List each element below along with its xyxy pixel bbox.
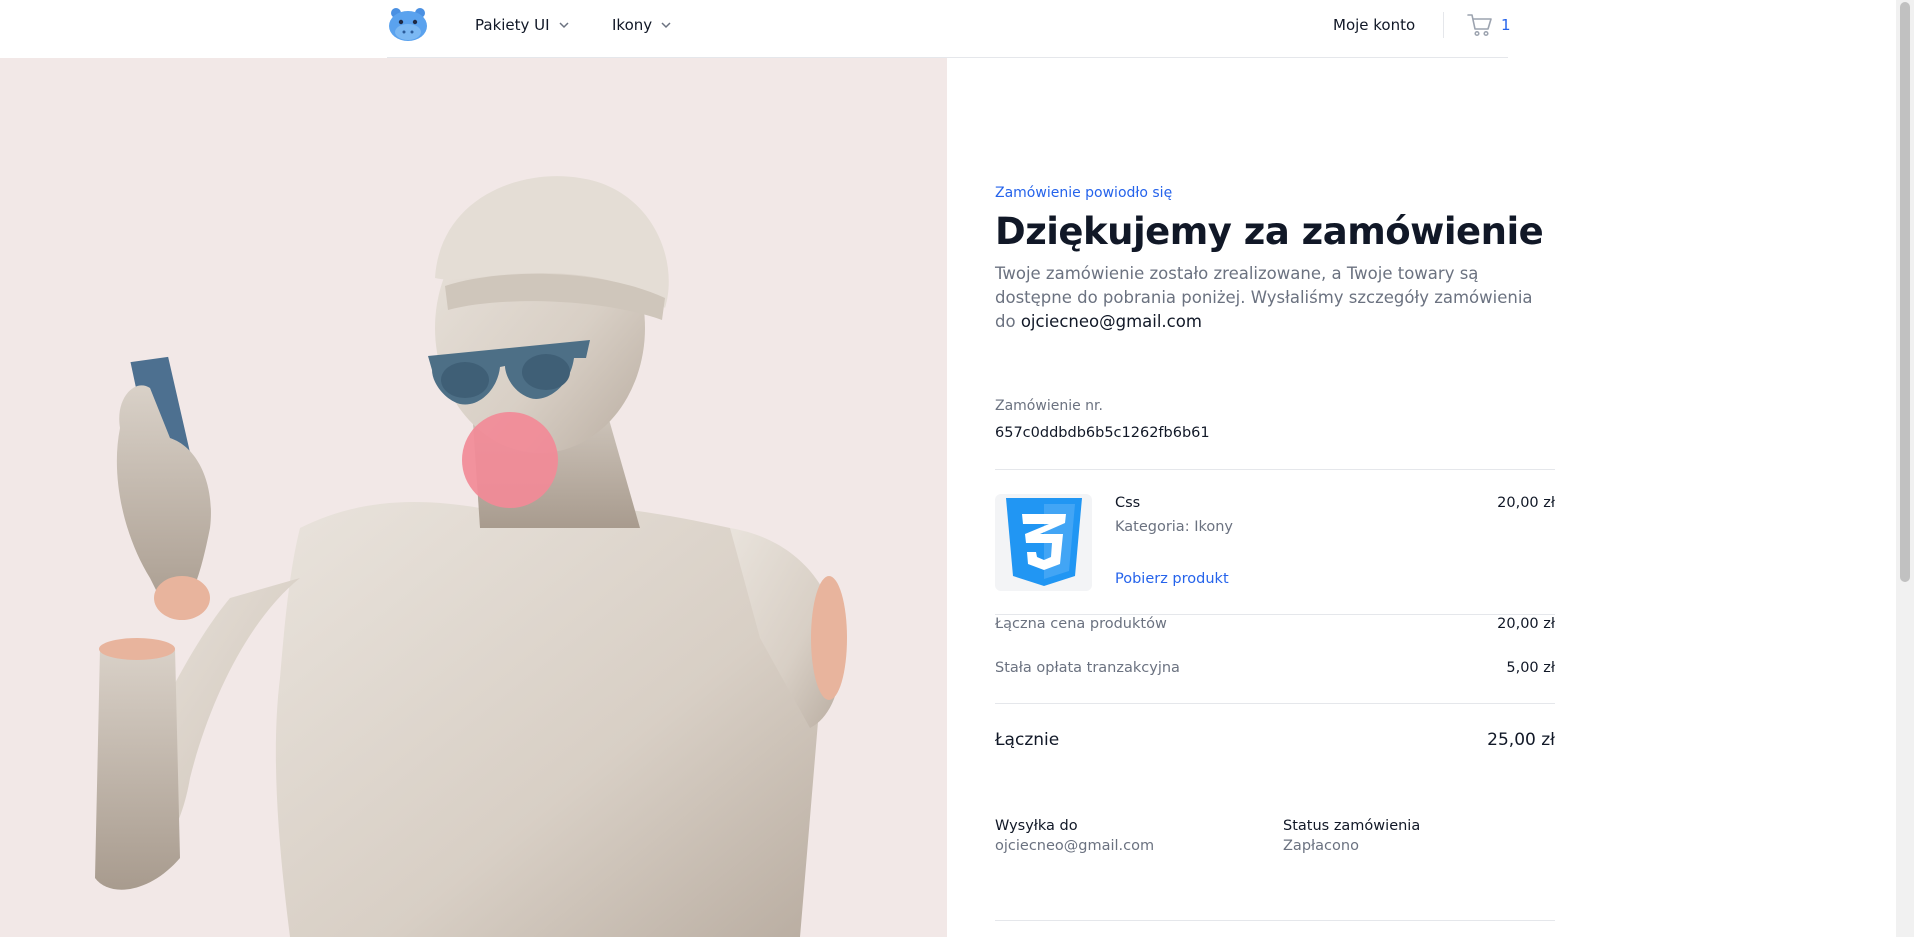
shopping-cart-icon (1467, 14, 1492, 37)
order-email: ojciecneo@gmail.com (1020, 312, 1202, 331)
order-number: 657c0ddbdb6b5c1262fb6b61 (995, 425, 1210, 441)
grand-total-label: Łącznie (995, 730, 1060, 750)
order-description: Twoje zamówienie zostało zrealizowane, a… (995, 262, 1555, 334)
order-status-value: Zapłacono (1283, 838, 1359, 854)
products-total-row: Łączna cena produktów 20,00 zł (995, 616, 1555, 632)
order-success-eyebrow: Zamówienie powiodło się (995, 185, 1173, 201)
shipping-info: Wysyłka do ojciecneo@gmail.com (995, 818, 1154, 854)
products-total-label: Łączna cena produktów (995, 616, 1167, 632)
page-scrollbar[interactable] (1896, 0, 1914, 937)
nav-ui-packages[interactable]: Pakiety UI (475, 14, 570, 36)
page-title: Dziękujemy za zamówienie (995, 210, 1544, 253)
order-status-title: Status zamówienia (1283, 818, 1421, 834)
products-total-value: 20,00 zł (1497, 616, 1555, 632)
my-account-label: Moje konto (1333, 16, 1416, 34)
divider (995, 614, 1555, 615)
chevron-down-icon (559, 22, 569, 29)
product-category: Kategoria: Ikony (1115, 519, 1233, 535)
cart-count: 1 (1501, 16, 1511, 34)
statue-illustration (95, 176, 847, 937)
divider (995, 920, 1555, 921)
divider (995, 469, 1555, 470)
product-name: Css (1115, 495, 1141, 511)
order-status: Status zamówienia Zapłacono (1283, 818, 1420, 854)
divider (995, 703, 1555, 704)
order-number-label: Zamówienie nr. (995, 398, 1103, 414)
hippo-logo-icon (389, 8, 427, 41)
top-navigation: Pakiety UI Ikony Moje konto 1 (0, 0, 1896, 58)
cart-button[interactable]: 1 (1467, 12, 1511, 38)
nav-divider (1443, 12, 1444, 38)
shipping-email: ojciecneo@gmail.com (995, 838, 1155, 854)
grand-total-row: Łącznie 25,00 zł (995, 730, 1555, 750)
product-thumbnail (995, 494, 1092, 591)
nav-ui-packages-label: Pakiety UI (475, 16, 550, 34)
nav-icons[interactable]: Ikony (612, 14, 672, 36)
hero-image (0, 58, 947, 937)
download-product-link[interactable]: Pobierz produkt (1115, 571, 1229, 587)
chevron-down-icon (661, 22, 671, 29)
transaction-fee-row: Stała opłata tranzakcyjna 5,00 zł (995, 660, 1555, 676)
product-price: 20,00 zł (1497, 495, 1555, 511)
nav-icons-label: Ikony (612, 16, 653, 34)
transaction-fee-value: 5,00 zł (1506, 660, 1555, 676)
scrollbar-thumb[interactable] (1900, 2, 1910, 582)
shipping-title: Wysyłka do (995, 818, 1078, 834)
my-account-link[interactable]: Moje konto (1333, 14, 1415, 36)
transaction-fee-label: Stała opłata tranzakcyjna (995, 660, 1180, 676)
logo[interactable] (387, 7, 429, 43)
css3-icon (1006, 498, 1082, 586)
grand-total-value: 25,00 zł (1487, 730, 1555, 750)
